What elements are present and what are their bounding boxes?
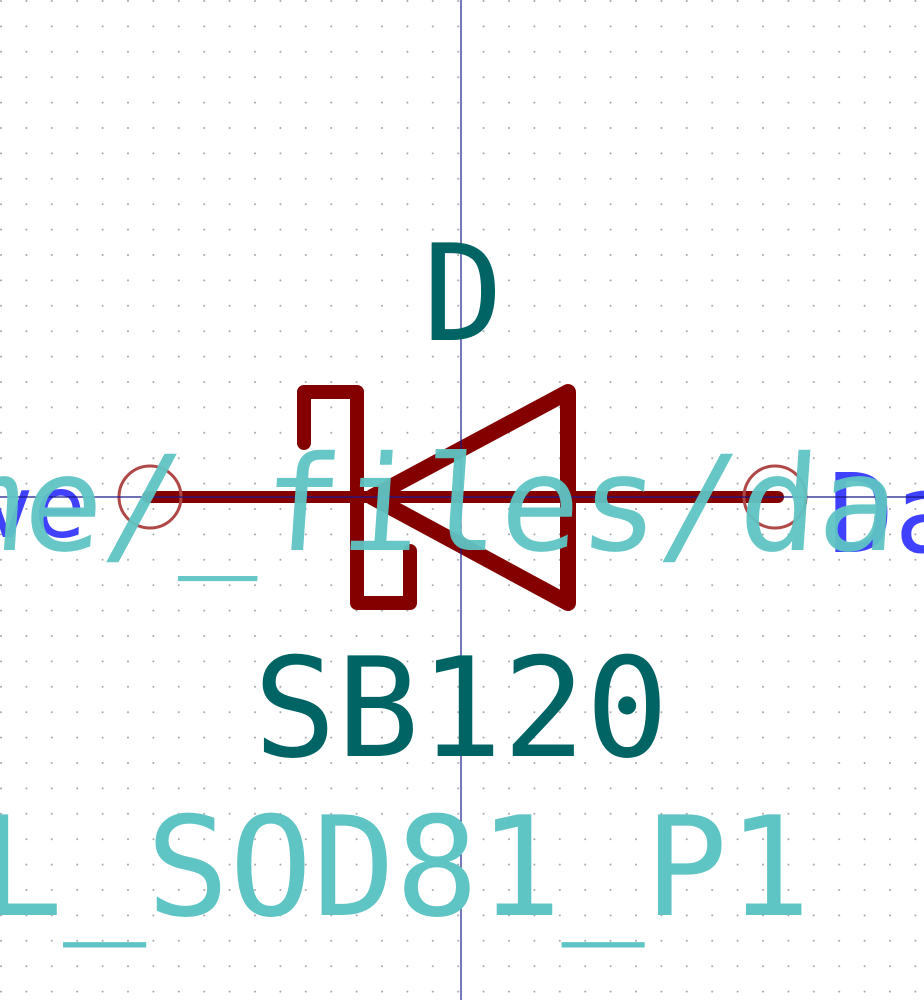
schematic-canvas[interactable]: ve Da D me/_files/da SB120 L_SOD81_P1 [0, 0, 924, 1000]
reference-designator[interactable]: D [423, 216, 504, 372]
footprint-field[interactable]: L_SOD81_P1 [0, 787, 811, 948]
path-field[interactable]: me/_files/da [0, 428, 904, 582]
value-field[interactable]: SB120 [253, 628, 668, 789]
